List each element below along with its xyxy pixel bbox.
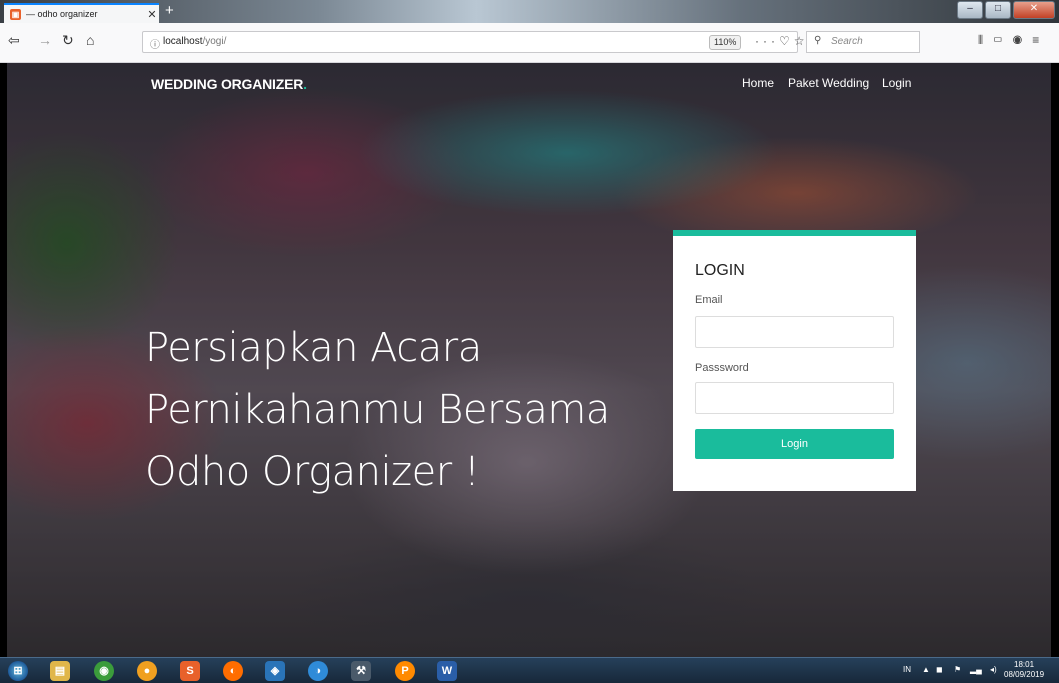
- volume-icon[interactable]: ◂): [990, 665, 997, 674]
- app-icon[interactable]: ●: [137, 661, 157, 681]
- site-brand[interactable]: WEDDING ORGANIZER.: [151, 76, 307, 92]
- app-icon-4[interactable]: P: [395, 661, 415, 681]
- app-icon-3[interactable]: ◑: [308, 661, 328, 681]
- start-button-icon[interactable]: ⊞: [8, 661, 28, 681]
- clock-time: 18:01: [1014, 660, 1035, 669]
- search-placeholder: Search: [831, 36, 863, 47]
- sidebar-icon[interactable]: ▭: [993, 33, 1013, 47]
- nav-link-home[interactable]: Home: [742, 76, 774, 90]
- site-info-icon[interactable]: ⓘ: [150, 36, 160, 51]
- account-icon[interactable]: ◉: [1013, 33, 1033, 47]
- chrome-icon[interactable]: ◉: [94, 661, 114, 681]
- password-label: Passsword: [695, 362, 749, 374]
- network-icon[interactable]: ▂▄: [970, 665, 982, 674]
- window-controls: – □ ✕: [957, 1, 1055, 19]
- email-field[interactable]: [695, 316, 894, 348]
- hero-line: Pernikahanmu Bersama: [145, 387, 610, 433]
- reload-icon[interactable]: ↻: [62, 32, 74, 49]
- new-tab-icon[interactable]: +: [165, 2, 174, 19]
- tab-title: — odho organizer: [26, 9, 98, 19]
- login-title: LOGIN: [695, 262, 745, 279]
- app-icon-2[interactable]: ◈: [265, 661, 285, 681]
- sublime-icon[interactable]: S: [180, 661, 200, 681]
- pocket-icon[interactable]: ♡: [779, 34, 794, 48]
- page-actions: ···♡☆: [755, 34, 809, 48]
- input-language[interactable]: IN: [903, 665, 911, 674]
- clock-date: 08/09/2019: [1004, 670, 1045, 679]
- nav-link-paket-wedding[interactable]: Paket Wedding: [788, 76, 869, 90]
- firefox-icon[interactable]: ◐: [223, 661, 243, 681]
- login-card: LOGIN Email Passsword Login: [673, 230, 916, 491]
- search-box[interactable]: ⚲ Search: [806, 31, 920, 53]
- word-icon[interactable]: W: [437, 661, 457, 681]
- hero-heading: Persiapkan Acara Pernikahanmu Bersama Od…: [145, 317, 615, 503]
- system-clock[interactable]: 18:01 08/09/2019: [1004, 660, 1044, 680]
- tray-expand-icon[interactable]: ▲: [922, 665, 930, 674]
- home-icon[interactable]: ⌂: [86, 32, 94, 48]
- search-icon: ⚲: [814, 35, 822, 46]
- menu-icon[interactable]: ≡: [1032, 33, 1049, 47]
- tab-favicon-icon: ▣: [10, 8, 21, 20]
- back-icon[interactable]: ⇦: [8, 32, 20, 49]
- login-button[interactable]: Login: [695, 429, 894, 459]
- page-actions-menu-icon[interactable]: ···: [755, 34, 779, 48]
- page-viewport: WEDDING ORGANIZER. Home Paket Wedding Lo…: [7, 63, 1051, 657]
- url-bar[interactable]: ⓘ localhost/yogi/ 110% ···♡☆: [142, 31, 805, 53]
- minimize-button[interactable]: –: [957, 1, 983, 19]
- tray-app-icon[interactable]: ◼: [936, 665, 943, 674]
- window-titlebar: ▣ — odho organizer ✕ + – □ ✕: [0, 0, 1059, 23]
- nav-link-login[interactable]: Login: [882, 76, 911, 90]
- maximize-button[interactable]: □: [985, 1, 1011, 19]
- password-field[interactable]: [695, 382, 894, 414]
- hero-line: Odho Organizer !: [145, 449, 480, 495]
- toolbar-icons: ⫴▭◉≡: [978, 33, 1049, 48]
- hero-line: Persiapkan Acara: [145, 325, 482, 371]
- close-window-button[interactable]: ✕: [1013, 1, 1055, 19]
- tool-icon[interactable]: ⚒: [351, 661, 371, 681]
- browser-toolbar: ⇦ → ↻ ⌂ ⓘ localhost/yogi/ 110% ···♡☆ ⚲ S…: [0, 23, 1059, 63]
- action-center-icon[interactable]: ⚑: [954, 665, 961, 674]
- url-text: localhost/yogi/: [163, 36, 227, 47]
- browser-tab[interactable]: ▣ — odho organizer ✕: [4, 3, 159, 23]
- windows-taskbar: ⊞ ▤ ◉ ● S ◐ ◈ ◑ ⚒ P W IN ▲ ◼ ⚑ ▂▄ ◂) 18:…: [0, 657, 1059, 683]
- file-explorer-icon[interactable]: ▤: [50, 661, 70, 681]
- library-icon[interactable]: ⫴: [978, 33, 993, 47]
- forward-icon[interactable]: →: [38, 32, 52, 48]
- zoom-indicator[interactable]: 110%: [709, 35, 742, 50]
- tab-close-icon[interactable]: ✕: [145, 8, 159, 21]
- email-label: Email: [695, 294, 723, 306]
